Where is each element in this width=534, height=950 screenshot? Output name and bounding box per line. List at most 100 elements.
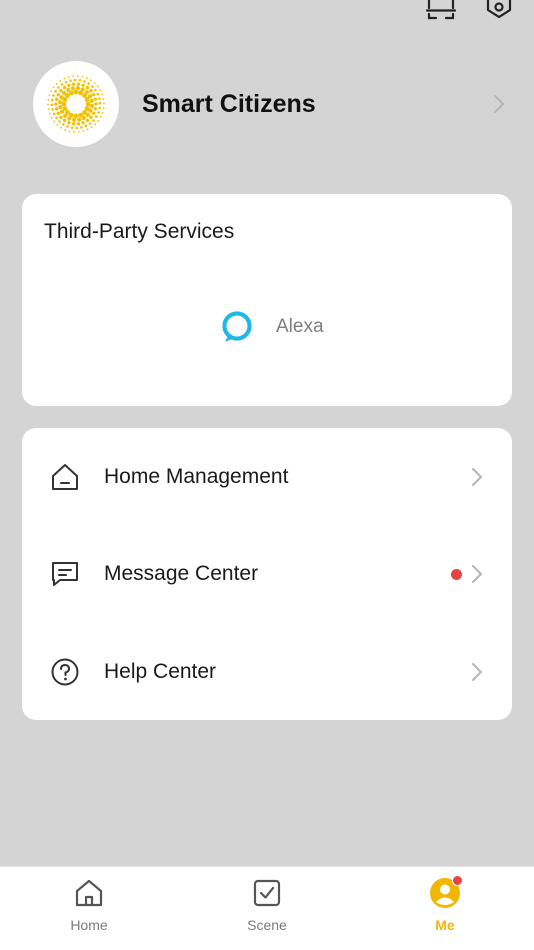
profile-header[interactable]: Smart Citizens: [33, 61, 506, 147]
logo-dot: [71, 122, 76, 126]
logo-dot: [88, 108, 93, 113]
logo-dot: [81, 83, 85, 87]
logo-dot: [70, 86, 76, 91]
logo-dot: [62, 118, 67, 123]
logo-dot: [80, 87, 85, 92]
logo-dot: [89, 98, 94, 104]
service-label: Alexa: [276, 316, 324, 337]
profile-name: Smart Citizens: [142, 89, 316, 118]
logo-dot: [68, 130, 71, 133]
logo-dot: [101, 111, 104, 114]
logo-dot: [86, 128, 89, 131]
logo-dot: [50, 103, 54, 107]
logo-dot: [48, 94, 51, 97]
third-party-services-card: Third-Party Services Alexa: [22, 194, 512, 406]
logo-dot: [60, 126, 62, 129]
logo-dot: [58, 104, 63, 110]
logo-dot: [76, 82, 81, 86]
logo-dot: [95, 115, 98, 118]
help-circle-icon: [51, 658, 79, 686]
logo-dot: [103, 102, 105, 105]
logo-dot: [96, 85, 99, 88]
logo-dot: [62, 85, 67, 90]
logo-dot: [75, 126, 79, 130]
sunburst-logo-icon: [47, 75, 105, 133]
tab-scene[interactable]: Scene: [178, 867, 356, 950]
logo-dot: [91, 85, 94, 88]
logo-dot: [55, 116, 58, 120]
logo-dot: [101, 93, 104, 96]
menu-item-message-center[interactable]: Message Center: [22, 544, 512, 604]
logo-dot: [56, 111, 61, 116]
logo-dot: [73, 131, 76, 133]
avatar[interactable]: [33, 61, 119, 147]
logo-dot: [47, 98, 50, 101]
scene-check-icon: [253, 879, 281, 907]
logo-dot: [98, 106, 101, 110]
message-icon: [52, 562, 78, 586]
logo-dot: [82, 130, 85, 132]
logo-dot: [72, 75, 75, 78]
menu-item-help-center[interactable]: Help Center: [22, 642, 512, 702]
logo-dot: [67, 121, 71, 125]
logo-dot: [54, 107, 59, 111]
logo-dot: [55, 82, 58, 85]
chevron-right-icon[interactable]: [492, 94, 506, 114]
logo-dot: [50, 90, 53, 92]
scan-icon[interactable]: [426, 0, 456, 20]
home-icon: [75, 879, 103, 907]
logo-dot: [87, 94, 93, 99]
settings-icon[interactable]: [484, 0, 514, 20]
logo-dot: [97, 119, 100, 122]
logo-dot: [63, 113, 68, 118]
logo-dot: [76, 75, 79, 77]
logo-dot: [59, 95, 64, 100]
logo-dot: [81, 115, 86, 121]
tab-home[interactable]: Home: [0, 867, 178, 950]
logo-dot: [98, 101, 102, 105]
chevron-right-icon: [472, 468, 482, 486]
logo-dot: [59, 89, 63, 93]
menu-item-home-management[interactable]: Home Management: [22, 447, 512, 507]
logo-dot: [56, 93, 60, 97]
logo-dot: [67, 76, 70, 78]
service-alexa[interactable]: Alexa: [220, 310, 324, 344]
logo-dot: [96, 92, 100, 96]
logo-dot: [85, 77, 88, 80]
logo-dot: [56, 124, 59, 126]
logo-dot: [94, 102, 98, 106]
logo-dot: [81, 75, 84, 78]
logo-dot: [61, 101, 67, 107]
logo-dot: [64, 128, 67, 131]
logo-dot: [62, 91, 67, 96]
top-toolbar: [426, 0, 514, 20]
logo-dot: [67, 83, 71, 88]
logo-dot: [69, 79, 72, 82]
home-outline-icon: [52, 464, 78, 490]
unread-badge: [451, 568, 462, 580]
logo-dot: [59, 115, 63, 119]
logo-dot: [67, 116, 72, 121]
logo-dot: [71, 82, 76, 86]
logo-dot: [47, 103, 49, 106]
logo-dot: [47, 108, 50, 110]
logo-dot: [48, 112, 51, 115]
logo-dot: [66, 87, 71, 93]
tab-label: Home: [70, 917, 108, 933]
logo-dot: [58, 99, 63, 105]
logo-dot: [93, 82, 96, 84]
logo-dot: [85, 101, 91, 107]
tab-label: Me: [435, 917, 455, 933]
logo-dot: [80, 126, 83, 129]
logo-dot: [102, 107, 105, 110]
section-title: Third-Party Services: [44, 220, 235, 243]
logo-dot: [51, 108, 54, 111]
tab-me[interactable]: Me: [356, 867, 534, 950]
logo-dot: [51, 98, 54, 102]
logo-dot: [70, 126, 74, 129]
logo-dot: [59, 109, 65, 114]
alexa-icon: [222, 311, 252, 342]
logo-dot: [71, 117, 77, 122]
logo-dot: [88, 122, 92, 125]
chevron-right-icon: [472, 663, 482, 681]
